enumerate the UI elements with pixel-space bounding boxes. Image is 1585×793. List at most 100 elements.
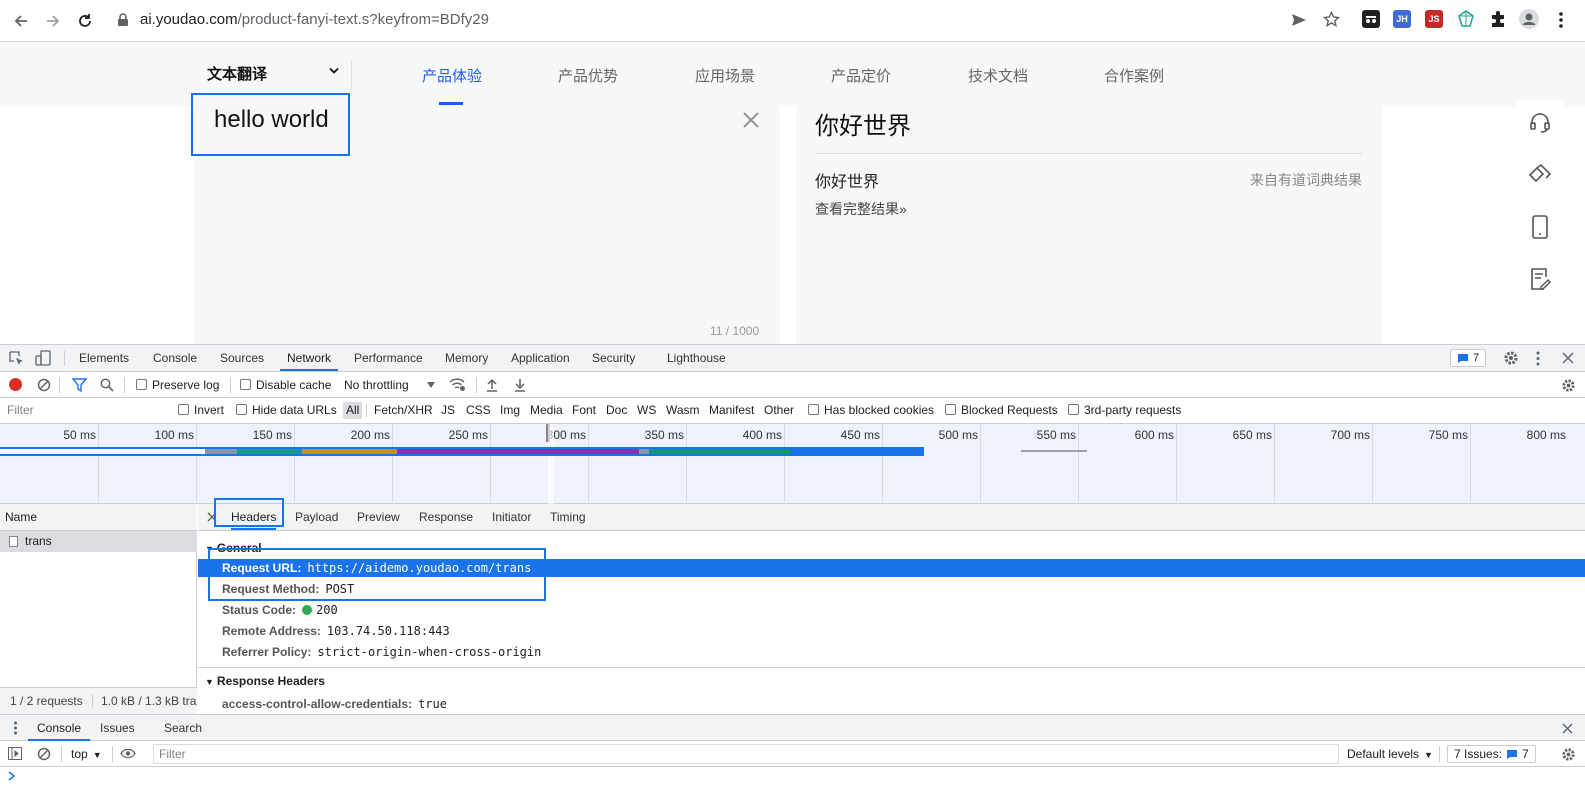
nav-item-pricing[interactable]: 产品定价 [831,65,891,86]
checkbox-box[interactable] [136,379,147,390]
nav-item-scenarios[interactable]: 应用场景 [695,65,755,86]
incognito-extension-icon[interactable] [1362,10,1380,28]
console-sidebar-icon[interactable] [8,747,22,760]
cooperation-icon[interactable] [1516,152,1564,198]
type-filter-css[interactable]: CSS [466,398,491,422]
filter-icon[interactable] [72,378,87,392]
extensions-puzzle-icon[interactable] [1489,10,1507,28]
preserve-log-checkbox[interactable]: Preserve log [136,378,219,392]
tab-security[interactable]: Security [592,345,635,371]
type-filter-font[interactable]: Font [572,398,596,422]
share-icon[interactable] [1291,12,1307,28]
header-row-status-code[interactable]: Status Code: 200 [222,603,338,617]
filter-input[interactable]: Filter [3,401,165,420]
tab-timing[interactable]: Timing [550,504,586,530]
drawer-tab-console[interactable]: Console [28,715,91,741]
has-blocked-cookies-checkbox[interactable]: Has blocked cookies [808,398,934,422]
live-expression-eye-icon[interactable] [120,748,136,759]
tab-payload[interactable]: Payload [295,504,338,530]
throttling-select[interactable]: No throttling [344,378,409,392]
network-settings-icon[interactable] [1561,378,1576,393]
header-row-allow-credentials[interactable]: access-control-allow-credentials: true [222,697,447,711]
checkbox-box[interactable] [808,404,819,415]
console-filter-input[interactable]: Filter [153,744,1339,764]
tab-sources[interactable]: Sources [220,345,264,371]
header-row-referrer-policy[interactable]: Referrer Policy: strict-origin-when-cross… [222,645,541,659]
close-drawer-icon[interactable] [1562,723,1573,734]
product-select[interactable]: 文本翻译 [207,63,267,84]
tab-application[interactable]: Application [511,345,570,371]
type-filter-other[interactable]: Other [764,398,794,422]
tab-elements[interactable]: Elements [79,345,129,371]
devtools-menu-icon[interactable] [1535,351,1541,366]
export-har-icon[interactable] [514,378,526,392]
blocked-requests-checkbox[interactable]: Blocked Requests [945,398,1058,422]
browser-menu-icon[interactable] [1558,11,1564,29]
view-full-link[interactable]: 查看完整结果» [815,199,907,219]
issues-counter-button[interactable]: 7 Issues: 7 [1447,745,1536,763]
network-conditions-icon[interactable] [449,377,466,392]
checkbox-box[interactable] [240,379,251,390]
tab-preview[interactable]: Preview [357,504,400,530]
type-filter-manifest[interactable]: Manifest [709,398,754,422]
record-icon[interactable] [9,378,22,391]
response-headers-section-header[interactable]: ▼ Response Headers [205,674,325,688]
type-filter-all[interactable]: All [343,402,363,419]
checkbox-box[interactable] [1068,404,1079,415]
checkbox-box[interactable] [945,404,956,415]
invert-checkbox[interactable]: Invert [178,398,224,422]
import-har-icon[interactable] [486,378,498,392]
tab-lighthouse[interactable]: Lighthouse [667,345,726,371]
tab-initiator[interactable]: Initiator [492,504,531,530]
nav-item-cases[interactable]: 合作案例 [1104,65,1164,86]
type-filter-fetch-xhr[interactable]: Fetch/XHR [374,398,433,422]
nav-item-advantages[interactable]: 产品优势 [558,65,618,86]
type-filter-img[interactable]: Img [500,398,520,422]
type-filter-doc[interactable]: Doc [606,398,627,422]
dropdown-arrow-icon[interactable] [427,382,435,388]
checkbox-box[interactable] [236,404,247,415]
tab-response[interactable]: Response [419,504,473,530]
log-levels-select[interactable]: Default levels ▼ [1347,747,1433,761]
network-overview-timeline[interactable]: 50 ms 100 ms 150 ms 200 ms 250 ms 300 ms… [0,424,1585,504]
console-settings-icon[interactable] [1561,747,1576,762]
drawer-menu-icon[interactable] [13,721,18,735]
inspect-element-icon[interactable] [9,351,24,366]
type-filter-wasm[interactable]: Wasm [666,398,700,422]
clear-icon[interactable] [742,111,760,129]
tab-console[interactable]: Console [153,345,197,371]
checkbox-box[interactable] [178,404,189,415]
disable-cache-checkbox[interactable]: Disable cache [240,378,331,392]
header-row-remote-address[interactable]: Remote Address: 103.74.50.118:443 [222,624,450,638]
tab-network[interactable]: Network [280,345,339,371]
clear-console-icon[interactable] [37,747,51,761]
profile-avatar-icon[interactable] [1519,9,1539,29]
tab-performance[interactable]: Performance [354,345,423,371]
gem-extension-icon[interactable] [1457,10,1475,28]
js-extension-icon[interactable]: JS [1425,10,1443,28]
jh-extension-icon[interactable]: JH [1393,10,1411,28]
search-icon[interactable] [100,378,114,392]
issues-badge[interactable]: 7 [1450,349,1487,367]
clear-log-icon[interactable] [37,378,51,392]
back-icon[interactable] [9,9,33,33]
type-filter-media[interactable]: Media [530,398,563,422]
reload-icon[interactable] [73,9,97,33]
tablet-icon[interactable] [1516,204,1564,250]
console-prompt-icon[interactable] [8,771,16,781]
hide-data-urls-checkbox[interactable]: Hide data URLs [236,398,337,422]
nav-item-docs[interactable]: 技术文档 [968,65,1028,86]
close-devtools-icon[interactable] [1562,352,1574,364]
drawer-tab-search[interactable]: Search [164,715,202,741]
table-row[interactable]: trans [0,531,197,552]
settings-gear-icon[interactable] [1503,350,1519,366]
drawer-tab-issues[interactable]: Issues [100,715,135,741]
chevron-down-icon[interactable] [329,67,339,75]
type-filter-ws[interactable]: WS [637,398,656,422]
type-filter-js[interactable]: JS [441,398,455,422]
device-toolbar-icon[interactable] [35,350,51,366]
tab-memory[interactable]: Memory [445,345,488,371]
feedback-icon[interactable] [1516,256,1564,302]
name-column-header[interactable]: Name [0,504,197,531]
customer-service-icon[interactable] [1516,100,1564,146]
